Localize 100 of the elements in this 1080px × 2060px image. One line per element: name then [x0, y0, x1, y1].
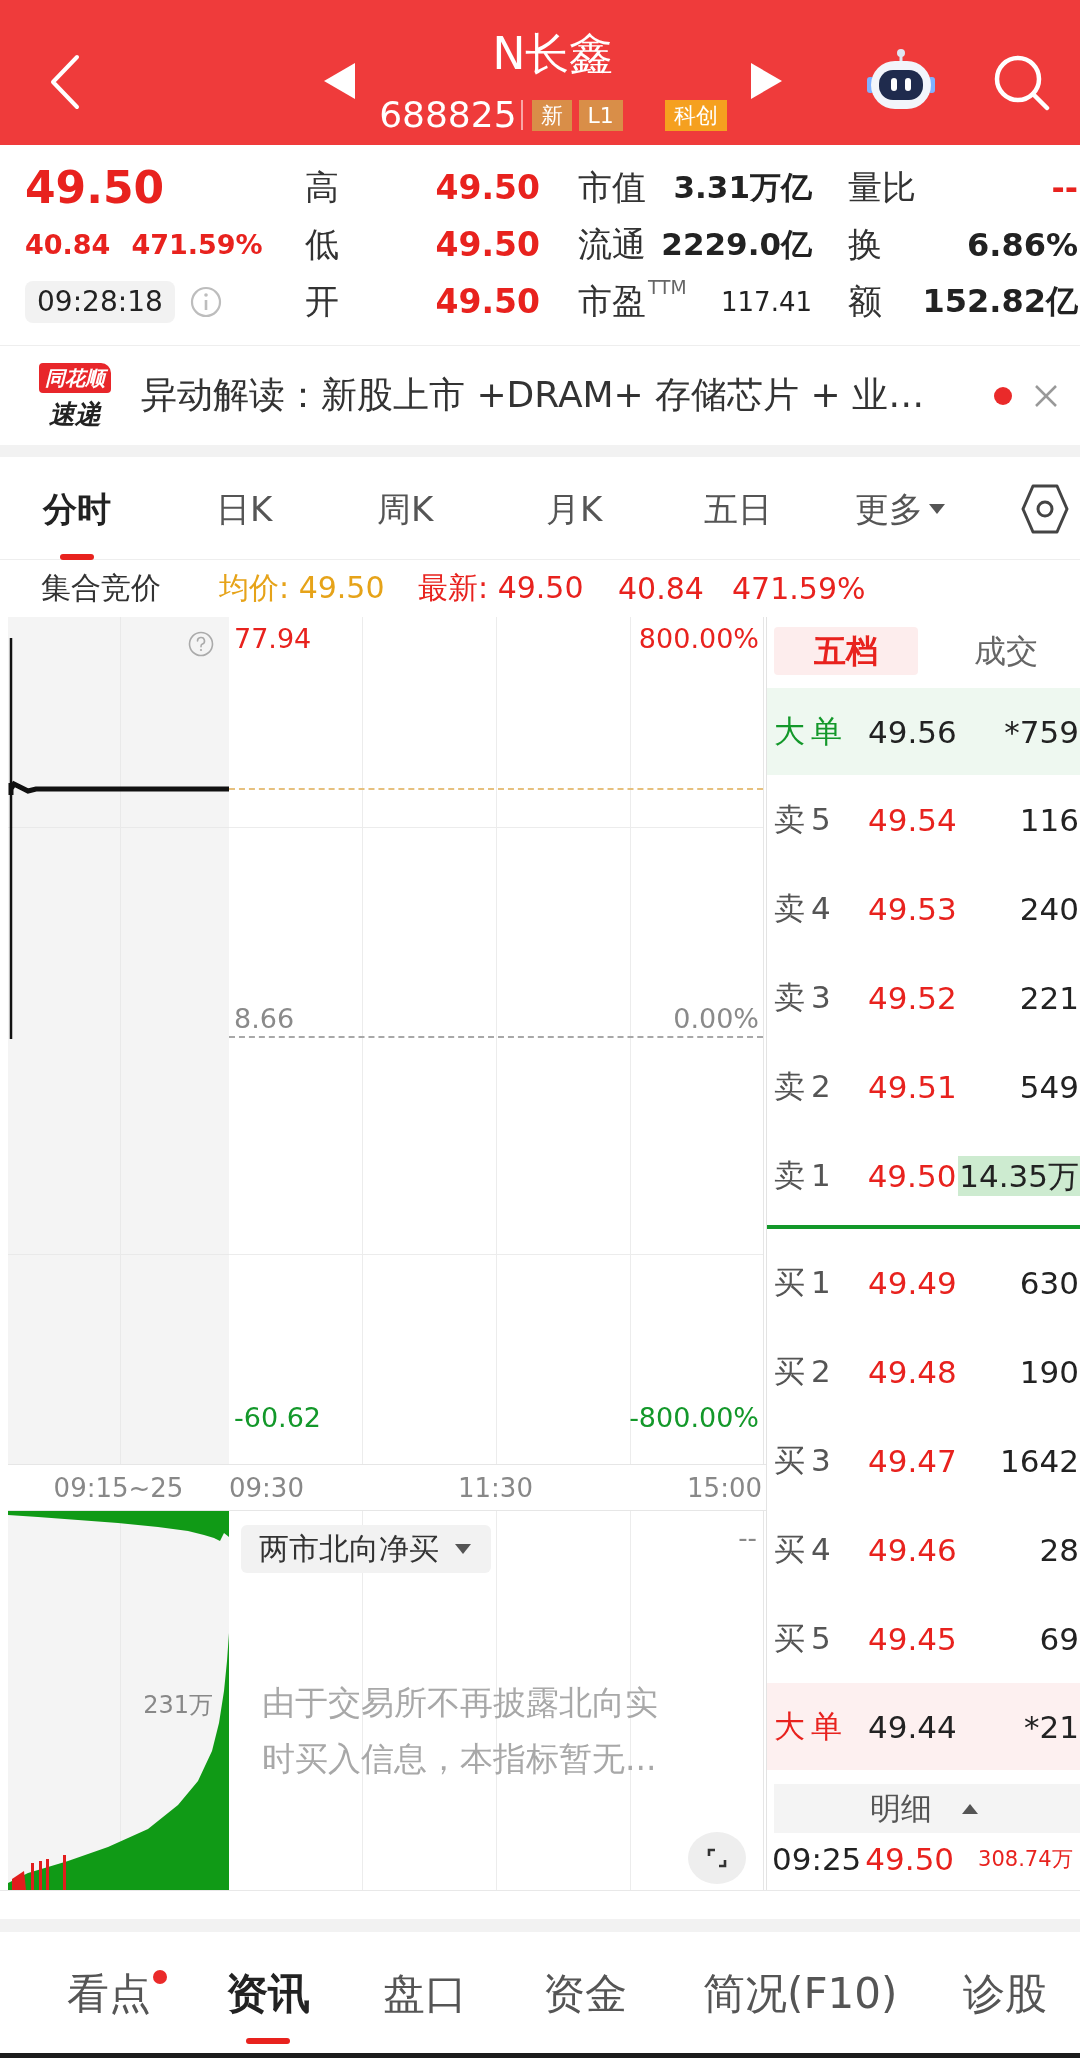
order-volume: 69 — [1038, 1619, 1080, 1659]
stock-tag: 新 — [531, 99, 572, 131]
order-price: 49.47 — [868, 1442, 958, 1479]
stat-value: 49.50 — [435, 282, 540, 321]
order-volume: 190 — [1018, 1352, 1080, 1392]
quote-time: 09:28:18 — [25, 280, 175, 323]
detail-toggle[interactable]: 明细 — [774, 1784, 1080, 1833]
order-price: 49.56 — [868, 713, 958, 750]
order-price: 49.46 — [868, 1531, 958, 1568]
stock-code: 688825 — [379, 97, 517, 133]
stat-label: 量比 — [848, 165, 916, 209]
order-label: 卖4 — [774, 888, 838, 928]
trade-time: 09:25 — [772, 1841, 862, 1877]
change-percent: 471.59% — [131, 229, 263, 260]
brand-subtitle: 速递 — [48, 398, 101, 429]
volume-bar — [31, 1863, 34, 1890]
chart-tab[interactable]: 五日 — [704, 489, 772, 529]
chart-tab[interactable]: 日K — [216, 489, 273, 529]
bottom-nav-tab[interactable]: 简况(F10) — [703, 1970, 898, 2018]
robot-icon[interactable] — [866, 49, 936, 111]
axis-percent-label: 800.00% — [638, 622, 759, 656]
stat-value: 3.31万亿 — [673, 167, 812, 207]
order-label: 大单 — [774, 1706, 849, 1746]
order-label: 买2 — [774, 1351, 838, 1391]
order-label: 卖3 — [774, 977, 838, 1017]
stat-value: 2229.0亿 — [661, 224, 812, 264]
caret-down-icon — [455, 1544, 471, 1554]
axis-percent-label: -800.00% — [629, 1401, 759, 1435]
volume-bar — [63, 1855, 66, 1890]
order-book-tab[interactable]: 成交 — [934, 627, 1078, 675]
bottom-nav-tab[interactable]: 资金 — [543, 1970, 627, 2018]
stat-label: 市盈$^{TTM}$ — [578, 278, 687, 323]
expand-icon[interactable] — [688, 1832, 746, 1884]
latest-change-percent: 471.59% — [732, 571, 867, 606]
left-triangle-icon[interactable] — [324, 63, 355, 99]
order-volume: 240 — [1018, 889, 1080, 929]
chart-tab[interactable]: 更多 — [855, 489, 945, 529]
stat-label: 额 — [848, 279, 882, 323]
volume-bar — [39, 1861, 42, 1890]
order-volume: 116 — [1018, 800, 1080, 840]
bottom-nav-tab[interactable]: 盘口 — [383, 1970, 467, 2018]
order-volume: 28 — [1038, 1530, 1080, 1570]
axis-percent-label: 0.00% — [673, 1002, 759, 1036]
help-icon[interactable] — [188, 631, 214, 657]
indicator-selector[interactable]: 两市北向净买 — [241, 1525, 491, 1573]
stat-label: 低 — [305, 222, 339, 266]
news-headline[interactable]: 异动解读：新股上市 +DRAM+ 存储芯片 + 业… — [141, 371, 925, 420]
settings-icon[interactable] — [1021, 484, 1069, 534]
order-price: 49.45 — [868, 1620, 958, 1657]
stat-value: 49.50 — [435, 168, 540, 207]
bottom-nav-tab[interactable]: 资讯 — [226, 1970, 310, 2044]
order-volume: 1642 — [999, 1441, 1080, 1481]
stat-value: -- — [1051, 168, 1078, 207]
time-label: 09:15~25 — [53, 1472, 184, 1503]
order-label: 买3 — [774, 1440, 838, 1480]
trade-volume: 308.74万 — [978, 1846, 1073, 1873]
bottom-nav-tab[interactable]: 诊股 — [963, 1970, 1047, 2018]
average-price: 均价: 49.50 — [219, 569, 386, 607]
stat-value: 49.50 — [435, 225, 540, 264]
chart-tab[interactable]: 周K — [377, 489, 434, 529]
order-book-tab[interactable]: 五档 — [774, 627, 918, 675]
order-price: 49.52 — [868, 979, 958, 1016]
axis-price-label: -60.62 — [234, 1401, 322, 1435]
order-volume: 630 — [1018, 1263, 1080, 1303]
stock-tag: 科创 — [664, 99, 727, 131]
notice-text: 由于交易所不再披露北向实时买入信息，本指标暂无... — [262, 1682, 659, 1780]
latest-change: 40.84 — [618, 571, 705, 606]
order-label: 卖2 — [774, 1066, 838, 1106]
order-price: 49.48 — [868, 1353, 958, 1390]
order-price: 49.54 — [868, 801, 958, 838]
order-volume: 14.35万 — [958, 1155, 1080, 1196]
back-icon[interactable] — [50, 54, 80, 110]
stock-tag: L1 — [578, 99, 623, 131]
order-volume: 221 — [1018, 978, 1080, 1018]
search-icon[interactable] — [993, 53, 1050, 111]
right-triangle-icon[interactable] — [751, 63, 782, 99]
stat-value: 117.41 — [721, 286, 812, 317]
auction-label: 集合竞价 — [41, 569, 162, 607]
stat-value: 152.82亿 — [922, 280, 1078, 322]
stock-title: N长鑫 — [492, 30, 614, 78]
order-volume: 549 — [1018, 1067, 1080, 1107]
volume-bar — [12, 1871, 26, 1890]
stat-label: 高 — [305, 165, 339, 209]
axis-value-label: 231万 — [143, 1690, 213, 1721]
caret-down-icon — [929, 504, 945, 514]
close-icon[interactable] — [1034, 383, 1058, 408]
stat-value: 6.86% — [967, 225, 1078, 264]
trade-price: 49.50 — [865, 1841, 955, 1877]
bottom-nav-tab[interactable]: 看点 — [67, 1970, 167, 2018]
order-label: 卖5 — [774, 799, 838, 839]
stat-label: 流通 — [578, 222, 646, 266]
order-price: 49.49 — [868, 1264, 958, 1301]
order-volume: *21 — [1023, 1707, 1080, 1747]
time-label: 11:30 — [458, 1472, 533, 1503]
price-change: 40.84 — [25, 229, 111, 260]
volume-bar — [46, 1859, 49, 1890]
time-label: 15:00 — [687, 1472, 762, 1503]
chart-tab[interactable]: 月K — [546, 489, 603, 529]
chart-tab[interactable]: 分时 — [43, 489, 111, 560]
order-volume: *759 — [1003, 712, 1080, 752]
